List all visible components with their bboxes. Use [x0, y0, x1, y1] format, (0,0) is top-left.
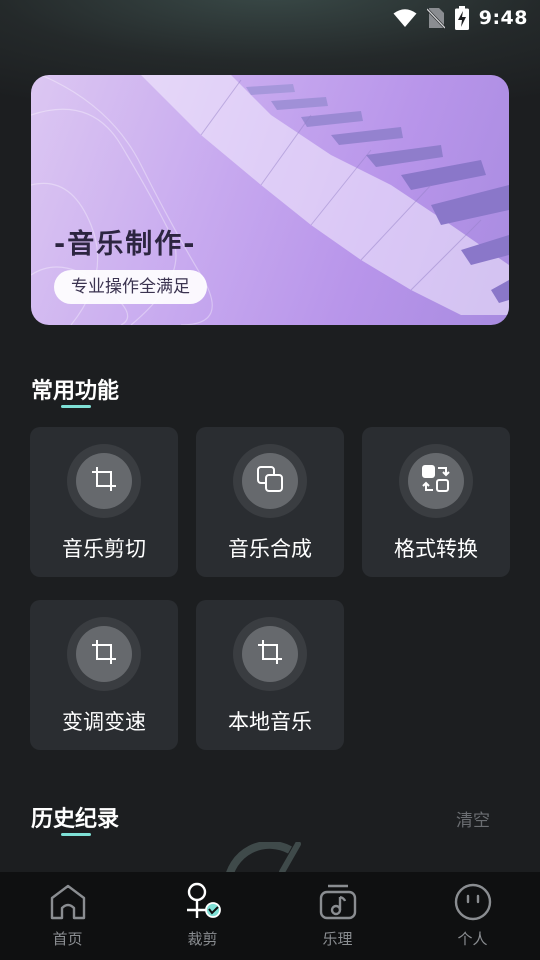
- feature-format-convert[interactable]: 格式转换: [362, 427, 510, 577]
- nav-label: 个人: [457, 930, 488, 948]
- feature-label: 格式转换: [394, 537, 478, 561]
- home-icon: [48, 882, 88, 926]
- section-underline: [61, 833, 91, 836]
- nav-label: 裁剪: [187, 930, 218, 948]
- banner-title: -音乐制作-: [54, 229, 197, 260]
- feature-pitch-speed[interactable]: 变调变速: [30, 600, 178, 750]
- music-note-icon: [318, 882, 358, 926]
- feature-label: 音乐合成: [228, 537, 312, 561]
- crop-icon: [91, 466, 117, 496]
- feature-label: 本地音乐: [228, 710, 312, 734]
- feature-music-merge[interactable]: 音乐合成: [196, 427, 344, 577]
- app-screen: 9:48 -音乐制作- 专业操作全满足 常用功能 音乐剪切 音乐合成 格式转换 …: [0, 0, 540, 960]
- nav-label: 首页: [52, 930, 83, 948]
- wifi-icon: [393, 8, 417, 28]
- feature-local-music[interactable]: 本地音乐: [196, 600, 344, 750]
- banner-subtitle-pill: 专业操作全满足: [54, 270, 207, 304]
- nav-home[interactable]: 首页: [0, 872, 135, 960]
- feature-label: 音乐剪切: [62, 537, 146, 561]
- feature-music-cut[interactable]: 音乐剪切: [30, 427, 178, 577]
- common-functions-title: 常用功能: [31, 379, 120, 404]
- battery-charging-icon: [454, 6, 469, 30]
- clear-history-button[interactable]: 清空: [456, 806, 490, 831]
- nav-music-theory[interactable]: 乐理: [270, 872, 405, 960]
- no-sim-icon: [426, 7, 445, 29]
- profile-face-icon: [453, 882, 493, 926]
- merge-icon: [257, 466, 283, 496]
- status-bar: 9:48: [0, 0, 540, 36]
- status-time: 9:48: [478, 7, 528, 29]
- history-title: 历史纪录: [31, 807, 120, 832]
- nav-profile[interactable]: 个人: [405, 872, 540, 960]
- nav-label: 乐理: [322, 930, 353, 948]
- feature-label: 变调变速: [62, 710, 146, 734]
- clip-icon: [183, 882, 223, 926]
- crop-icon: [91, 639, 117, 669]
- convert-icon: [422, 465, 450, 497]
- crop-icon: [257, 639, 283, 669]
- bottom-navigation: 首页 裁剪 乐理 个人: [0, 872, 540, 960]
- nav-clip[interactable]: 裁剪: [135, 872, 270, 960]
- section-underline: [61, 405, 91, 408]
